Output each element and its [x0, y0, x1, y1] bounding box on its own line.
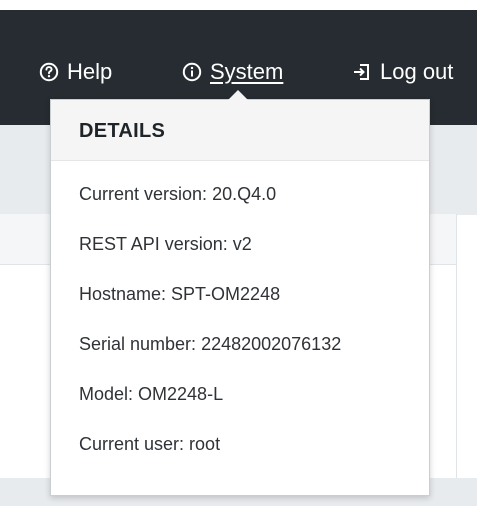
detail-label: Current version:	[79, 184, 208, 204]
help-label: Help	[67, 59, 113, 84]
detail-current-user: Current user: root	[79, 434, 220, 455]
detail-value: SPT-OM2248	[171, 284, 281, 304]
system-label: System	[210, 59, 284, 84]
detail-current-version: Current version: 20.Q4.0	[79, 184, 276, 205]
detail-serial-number: Serial number: 22482002076132	[79, 334, 341, 355]
detail-value: 20.Q4.0	[212, 184, 277, 204]
info-circle-icon	[182, 62, 202, 82]
detail-label: REST API version:	[79, 234, 228, 254]
logout-label: Log out	[380, 59, 454, 84]
logout-link[interactable]: Log out	[352, 61, 453, 83]
detail-value: 22482002076132	[201, 334, 342, 354]
detail-hostname: Hostname: SPT-OM2248	[79, 284, 280, 305]
system-link[interactable]: System	[182, 61, 283, 83]
detail-label: Model:	[79, 384, 134, 404]
help-circle-icon	[39, 62, 59, 82]
detail-value: OM2248-L	[138, 384, 224, 404]
popup-pointer	[227, 90, 249, 101]
popup-header: DETAILS	[51, 100, 429, 161]
popup-title: DETAILS	[79, 120, 166, 142]
detail-label: Current user:	[79, 434, 185, 454]
help-link[interactable]: Help	[39, 61, 112, 83]
detail-rest-api-version: REST API version: v2	[79, 234, 252, 255]
logout-icon	[352, 62, 372, 82]
detail-label: Hostname:	[79, 284, 167, 304]
system-details-popup: DETAILS Current version: 20.Q4.0 REST API…	[50, 99, 430, 496]
detail-value: v2	[232, 234, 252, 254]
detail-model: Model: OM2248-L	[79, 384, 223, 405]
detail-label: Serial number:	[79, 334, 197, 354]
detail-value: root	[189, 434, 221, 454]
